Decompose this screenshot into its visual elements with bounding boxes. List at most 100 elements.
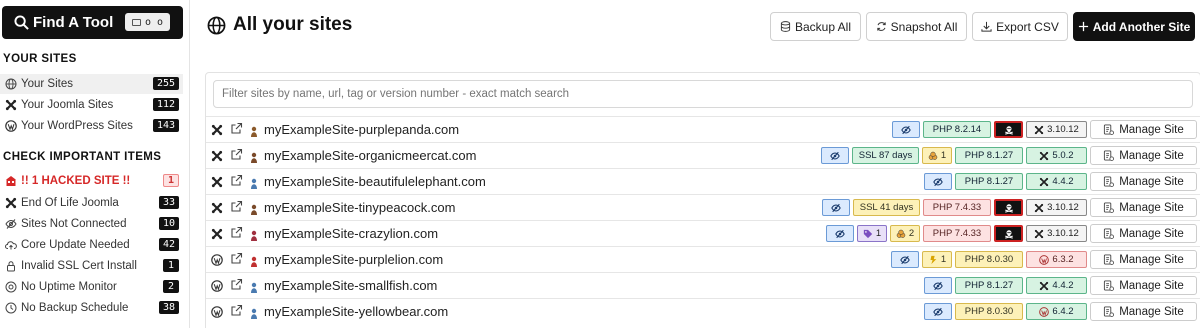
manage-icon xyxy=(1103,202,1115,213)
page-title-text: All your sites xyxy=(233,14,353,35)
search-icon xyxy=(14,15,29,30)
not-connected-badge[interactable] xyxy=(826,225,854,242)
manage-site-label: Manage Site xyxy=(1119,227,1184,240)
not-connected-badge[interactable] xyxy=(821,147,849,164)
sidebar-item-1-hacked-site[interactable]: !! 1 HACKED SITE !! 1 xyxy=(0,171,183,191)
site-badges: 1 PHP 8.0.30 6.3.2 Manage Site xyxy=(891,250,1197,269)
php-version-badge[interactable]: PHP 8.2.14 xyxy=(923,121,991,138)
cloud-upload-icon xyxy=(5,239,17,251)
cms-version-badge[interactable]: 4.4.2 xyxy=(1026,277,1087,294)
site-favicon xyxy=(250,124,258,137)
site-row: myExampleSite-purplelion.com 1 PHP 8.0.30 6… xyxy=(206,246,1200,272)
eye-off-icon xyxy=(830,151,840,161)
joomla-icon xyxy=(1034,125,1044,135)
sidebar-item-no-uptime-monitor[interactable]: No Uptime Monitor 2 xyxy=(0,277,183,297)
cms-version-badge[interactable]: 5.0.2 xyxy=(1026,147,1087,164)
bulb-badge[interactable]: 1 xyxy=(922,251,952,268)
sidebar-section-heading: CHECK IMPORTANT ITEMS xyxy=(3,151,162,163)
ssl-expiry-badge[interactable]: SSL 41 days xyxy=(853,199,920,216)
badge-text: 3.10.12 xyxy=(1047,228,1079,239)
badge-text: PHP 8.1.27 xyxy=(964,176,1014,187)
tag-badge[interactable]: 1 xyxy=(857,225,887,242)
php-version-badge[interactable]: PHP 8.1.27 xyxy=(955,147,1023,164)
php-version-badge[interactable]: PHP 7.4.33 xyxy=(923,225,991,242)
manage-site-label: Manage Site xyxy=(1119,305,1184,318)
manage-site-button[interactable]: Manage Site xyxy=(1090,302,1197,321)
not-connected-badge[interactable] xyxy=(924,277,952,294)
plugins-badge[interactable]: 1 xyxy=(922,147,952,164)
joomla-icon xyxy=(1039,151,1049,161)
sidebar-item-your-wordpress-sites[interactable]: Your WordPress Sites 143 xyxy=(0,116,183,136)
site-name[interactable]: myExampleSite-tinypeacock.com xyxy=(264,200,455,215)
site-name[interactable]: myExampleSite-smallfish.com xyxy=(264,278,437,293)
site-name[interactable]: myExampleSite-organicmeercat.com xyxy=(264,148,476,163)
external-link-icon[interactable] xyxy=(230,304,243,317)
manage-site-button[interactable]: Manage Site xyxy=(1090,250,1197,269)
export-csv-button[interactable]: Export CSV xyxy=(972,12,1068,41)
external-link-icon[interactable] xyxy=(230,174,243,187)
not-connected-badge[interactable] xyxy=(924,173,952,190)
not-connected-badge[interactable] xyxy=(822,199,850,216)
cms-version-badge[interactable]: 4.4.2 xyxy=(1026,173,1087,190)
badge-text: PHP 8.2.14 xyxy=(932,124,982,135)
cms-version-badge[interactable]: 3.10.12 xyxy=(1026,199,1087,216)
hacked-badge[interactable] xyxy=(994,199,1023,216)
php-version-badge[interactable]: PHP 7.4.33 xyxy=(923,199,991,216)
manage-site-button[interactable]: Manage Site xyxy=(1090,224,1197,243)
cms-version-badge[interactable]: 3.10.12 xyxy=(1026,121,1087,138)
manage-icon xyxy=(1103,280,1115,291)
sidebar-item-sites-not-connected[interactable]: Sites Not Connected 10 xyxy=(0,214,183,234)
not-connected-badge[interactable] xyxy=(924,303,952,320)
site-name[interactable]: myExampleSite-purplelion.com xyxy=(264,252,443,267)
php-version-badge[interactable]: PHP 8.1.27 xyxy=(955,277,1023,294)
snapshot-all-button[interactable]: Snapshot All xyxy=(866,12,967,41)
sidebar-item-no-backup-schedule[interactable]: No Backup Schedule 38 xyxy=(0,298,183,318)
site-favicon xyxy=(250,280,258,293)
find-tool-button[interactable]: Find A Tool o o xyxy=(2,6,183,39)
page-title: All your sites xyxy=(207,14,352,36)
manage-site-button[interactable]: Manage Site xyxy=(1090,146,1197,165)
not-connected-badge[interactable] xyxy=(891,251,919,268)
external-link-icon[interactable] xyxy=(230,200,243,213)
php-version-badge[interactable]: PHP 8.0.30 xyxy=(955,251,1023,268)
not-connected-badge[interactable] xyxy=(892,121,920,138)
hacked-icon xyxy=(5,175,17,187)
manage-site-button[interactable]: Manage Site xyxy=(1090,172,1197,191)
site-name[interactable]: myExampleSite-beautifulelephant.com xyxy=(264,174,486,189)
external-link-icon[interactable] xyxy=(230,226,243,239)
manage-site-button[interactable]: Manage Site xyxy=(1090,276,1197,295)
badge-text: 5.0.2 xyxy=(1052,150,1074,161)
cms-version-badge[interactable]: 6.3.2 xyxy=(1026,251,1087,268)
site-name[interactable]: myExampleSite-crazylion.com xyxy=(264,226,438,241)
hacked-badge[interactable] xyxy=(994,121,1023,138)
ssl-expiry-badge[interactable]: SSL 87 days xyxy=(852,147,919,164)
external-link-icon[interactable] xyxy=(230,252,243,265)
joomla-icon xyxy=(211,123,223,136)
sidebar-item-your-sites[interactable]: Your Sites 255 xyxy=(0,74,183,94)
external-link-icon[interactable] xyxy=(230,148,243,161)
php-version-badge[interactable]: PHP 8.1.27 xyxy=(955,173,1023,190)
cms-version-badge[interactable]: 6.4.2 xyxy=(1026,303,1087,320)
backup-all-button[interactable]: Backup All xyxy=(770,12,861,41)
sidebar-item-end-of-life-joomla[interactable]: End Of Life Joomla 33 xyxy=(0,193,183,213)
php-version-badge[interactable]: PHP 8.0.30 xyxy=(955,303,1023,320)
sidebar-item-your-joomla-sites[interactable]: Your Joomla Sites 112 xyxy=(0,95,183,115)
site-name[interactable]: myExampleSite-yellowbear.com xyxy=(264,304,448,319)
external-link-icon[interactable] xyxy=(230,122,243,135)
sidebar-item-core-update-needed[interactable]: Core Update Needed 42 xyxy=(0,235,183,255)
plus-icon xyxy=(1078,21,1088,32)
badge-text: 3.10.12 xyxy=(1047,202,1079,213)
hacked-badge[interactable] xyxy=(994,225,1023,242)
joomla-icon xyxy=(1034,203,1044,213)
manage-site-button[interactable]: Manage Site xyxy=(1090,198,1197,217)
site-filter-input[interactable] xyxy=(213,80,1193,108)
plugins-badge[interactable]: 2 xyxy=(890,225,920,242)
sidebar-item-invalid-ssl-cert-install[interactable]: Invalid SSL Cert Install 1 xyxy=(0,256,183,276)
manage-site-button[interactable]: Manage Site xyxy=(1090,120,1197,139)
external-link-icon[interactable] xyxy=(230,278,243,291)
site-name[interactable]: myExampleSite-purplepanda.com xyxy=(264,122,459,137)
add-another-site-button[interactable]: Add Another Site xyxy=(1073,12,1195,41)
cms-version-badge[interactable]: 3.10.12 xyxy=(1026,225,1087,242)
sidebar-item-label: Core Update Needed xyxy=(21,239,130,251)
joomla-icon xyxy=(211,175,223,188)
